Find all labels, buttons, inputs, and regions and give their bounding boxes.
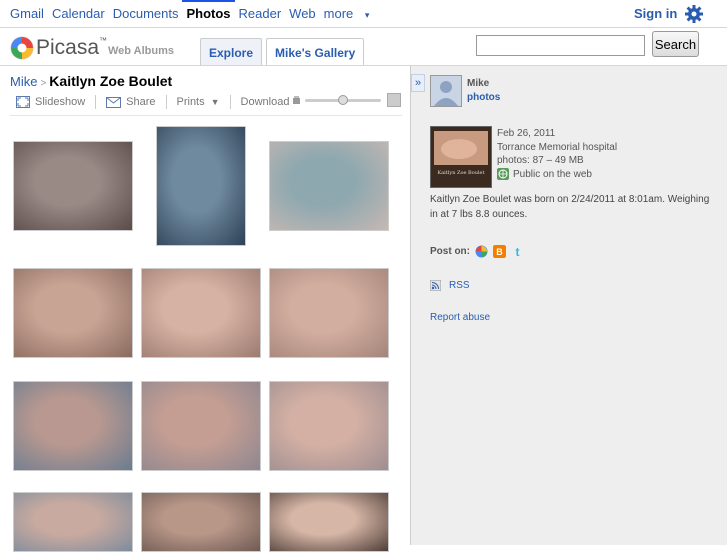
- photo-image: [270, 493, 388, 551]
- share-label: Share: [126, 96, 156, 108]
- rss-icon: [430, 280, 441, 291]
- photo-image: [142, 269, 260, 357]
- slideshow-label: Slideshow: [35, 96, 86, 108]
- nav-gmail[interactable]: Gmail: [10, 6, 44, 21]
- rss-label: RSS: [449, 280, 470, 291]
- photo-thumbnail[interactable]: [141, 381, 261, 471]
- photo-image: [14, 142, 132, 230]
- album-location: Torrance Memorial hospital: [497, 141, 618, 153]
- photo-image: [14, 269, 132, 357]
- nav-web[interactable]: Web: [289, 6, 316, 21]
- picasa-logo-icon[interactable]: [10, 36, 34, 60]
- nav-calendar[interactable]: Calendar: [52, 6, 105, 21]
- nav-photos[interactable]: Photos: [182, 0, 235, 21]
- tab-explore[interactable]: Explore: [200, 38, 263, 66]
- svg-text:B: B: [496, 247, 503, 257]
- photo-image: [157, 127, 245, 245]
- breadcrumb: Mike > Kaitlyn Zoe Boulet: [10, 73, 172, 89]
- user-silhouette-icon: [431, 76, 461, 106]
- toolbar-divider: [95, 95, 97, 109]
- photo-thumbnail[interactable]: [13, 268, 133, 358]
- album-stats: photos: 87 – 49 MB: [497, 155, 584, 166]
- album-cover[interactable]: Kaitlyn Zoe Boulet: [430, 126, 492, 188]
- photo-thumbnail[interactable]: [156, 126, 246, 246]
- photo-image: [14, 493, 132, 551]
- prints-menu[interactable]: Prints ▼: [177, 96, 220, 108]
- photo-thumbnail[interactable]: [269, 492, 389, 552]
- cover-caption: Kaitlyn Zoe Boulet: [437, 170, 484, 176]
- photo-thumbnail[interactable]: [141, 492, 261, 552]
- album-metadata: Feb 26, 2011 Torrance Memorial hospital …: [497, 127, 617, 181]
- gear-icon[interactable]: [684, 4, 704, 24]
- breadcrumb-user[interactable]: Mike: [10, 74, 37, 89]
- slideshow-icon: [16, 96, 30, 108]
- photo-thumbnail[interactable]: [269, 381, 389, 471]
- album-toolbar: Slideshow Share Prints ▼ Download: [16, 94, 299, 110]
- envelope-icon: [106, 96, 122, 108]
- album-visibility-label: Public on the web: [513, 168, 592, 180]
- sidebar-divider: [410, 66, 411, 545]
- trademark: ™: [99, 36, 108, 45]
- nav-more[interactable]: more ▾: [324, 6, 378, 21]
- photo-thumbnail[interactable]: [13, 492, 133, 552]
- collapse-sidebar-button[interactable]: »: [411, 74, 425, 92]
- album-description: Kaitlyn Zoe Boulet was born on 2/24/2011…: [430, 194, 710, 220]
- search-button[interactable]: Search: [652, 31, 699, 57]
- search-input[interactable]: [476, 35, 645, 56]
- toolbar-divider: [229, 95, 231, 109]
- post-on: Post on: B t: [430, 245, 524, 258]
- google-buzz-icon[interactable]: [475, 245, 488, 258]
- owner-name: Mike: [467, 78, 490, 89]
- report-abuse-link[interactable]: Report abuse: [430, 312, 490, 323]
- album-cover-image: Kaitlyn Zoe Boulet: [431, 127, 491, 187]
- picasa-wordmark[interactable]: Picasa™: [36, 36, 107, 60]
- slider-handle[interactable]: [338, 95, 348, 105]
- photo-image: [270, 142, 388, 230]
- svg-text:t: t: [516, 245, 520, 258]
- web-albums-label: Web Albums: [108, 45, 175, 57]
- photo-image: [14, 382, 132, 470]
- photo-thumbnail[interactable]: [269, 268, 389, 358]
- album-date: Feb 26, 2011: [497, 128, 556, 139]
- download-label: Download: [240, 96, 290, 108]
- google-bar: Gmail Calendar Documents Photos Reader W…: [0, 0, 727, 28]
- zoom-in-icon[interactable]: [387, 93, 401, 107]
- sign-in-link[interactable]: Sign in: [634, 6, 677, 21]
- avatar[interactable]: [430, 75, 462, 107]
- tab-mikes-gallery[interactable]: Mike's Gallery: [266, 38, 365, 66]
- photo-thumbnail[interactable]: [13, 141, 133, 231]
- nav-more-label: more: [323, 6, 354, 21]
- owner-photos-link[interactable]: photos: [467, 92, 500, 103]
- post-on-label: Post on:: [430, 246, 470, 257]
- breadcrumb-separator: >: [40, 78, 47, 89]
- wordmark-text: Picasa: [36, 36, 100, 59]
- photo-thumbnail[interactable]: [13, 381, 133, 471]
- public-globe-icon: [497, 168, 509, 181]
- album-visibility: Public on the web: [497, 168, 617, 182]
- photo-image: [142, 493, 260, 551]
- toolbar-divider-line: [10, 115, 402, 116]
- zoom-out-icon[interactable]: [292, 96, 301, 105]
- slideshow-button[interactable]: Slideshow: [16, 96, 85, 108]
- photo-image: [270, 382, 388, 470]
- photo-image: [270, 269, 388, 357]
- nav-documents[interactable]: Documents: [113, 6, 179, 21]
- chevron-down-icon: ▾: [364, 10, 370, 20]
- twitter-icon[interactable]: t: [511, 245, 524, 258]
- download-button[interactable]: Download: [241, 96, 290, 108]
- google-nav: Gmail Calendar Documents Photos Reader W…: [10, 0, 385, 21]
- chevron-down-icon: ▼: [210, 97, 220, 107]
- prints-label: Prints: [176, 96, 205, 108]
- page-title: Kaitlyn Zoe Boulet: [49, 73, 173, 89]
- header-tabs: Explore Mike's Gallery: [200, 38, 368, 66]
- blogger-icon[interactable]: B: [493, 245, 506, 258]
- rss-link[interactable]: RSS: [430, 280, 470, 291]
- share-button[interactable]: Share: [106, 96, 156, 108]
- nav-reader[interactable]: Reader: [239, 6, 282, 21]
- toolbar-divider: [165, 95, 167, 109]
- photo-image: [142, 382, 260, 470]
- photo-thumbnail[interactable]: [141, 268, 261, 358]
- photo-thumbnail[interactable]: [269, 141, 389, 231]
